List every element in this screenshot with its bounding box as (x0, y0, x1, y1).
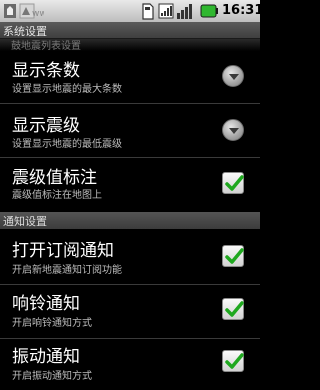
check-icon (225, 248, 244, 264)
checkbox[interactable] (222, 350, 244, 372)
signal-box-icon (158, 3, 174, 19)
pref-title: 响铃通知 (12, 294, 80, 314)
check-icon (225, 301, 244, 317)
category-header: 通知设置 (0, 212, 260, 229)
pref-title: 显示震级 (12, 116, 80, 136)
checkbox[interactable] (222, 298, 244, 320)
signal-bars-icon (177, 4, 192, 19)
pref-title: 震级值标注 (12, 168, 97, 188)
battery-icon (200, 4, 218, 18)
pref-ring-notify[interactable]: 响铃通知 开启响铃通知方式 (0, 285, 260, 337)
dropdown-icon[interactable] (222, 65, 244, 87)
check-icon (225, 353, 244, 369)
check-icon (225, 175, 244, 191)
pref-title: 显示条数 (12, 61, 80, 81)
sd-card-icon (142, 3, 154, 20)
pref-display-magnitude[interactable]: 显示震级 设置显示地震的最低震级 (0, 104, 260, 157)
pref-title: 振动通知 (12, 347, 80, 367)
usb-icon: www.pc6.com (4, 3, 44, 19)
dropdown-icon[interactable] (222, 119, 244, 141)
chevron-down-icon (229, 128, 239, 134)
page-title: 系统设置 (3, 25, 47, 38)
pref-summary: 设置显示地震的最大条数 (12, 84, 122, 95)
checkbox[interactable] (222, 172, 244, 194)
title-bar: 系统设置 (0, 22, 260, 39)
chevron-down-icon (229, 74, 239, 80)
faded-category-header: 鼓地震列表设置 (0, 39, 260, 51)
pref-magnitude-label[interactable]: 震级值标注 震级值标注在地图上 (0, 158, 260, 210)
pref-title: 打开订阅通知 (12, 241, 114, 261)
pref-summary: 开启振动通知方式 (12, 371, 92, 382)
pref-summary: 开启新地震通知订阅功能 (12, 265, 122, 276)
pref-display-count[interactable]: 显示条数 设置显示地震的最大条数 (0, 51, 260, 101)
category-title: 通知设置 (3, 215, 47, 228)
pref-subscribe-notify[interactable]: 打开订阅通知 开启新地震通知订阅功能 (0, 230, 260, 283)
watermark-text: www.pc6.com (32, 9, 44, 19)
pref-summary: 震级值标注在地图上 (12, 190, 102, 201)
pref-summary: 设置显示地震的最低震级 (12, 139, 122, 150)
status-bar: www.pc6.com 16:31 (0, 0, 264, 22)
clock: 16:31 (222, 3, 264, 18)
pref-vibrate-notify[interactable]: 振动通知 开启振动通知方式 (0, 339, 260, 390)
checkbox[interactable] (222, 245, 244, 267)
pref-summary: 开启响铃通知方式 (12, 318, 92, 329)
